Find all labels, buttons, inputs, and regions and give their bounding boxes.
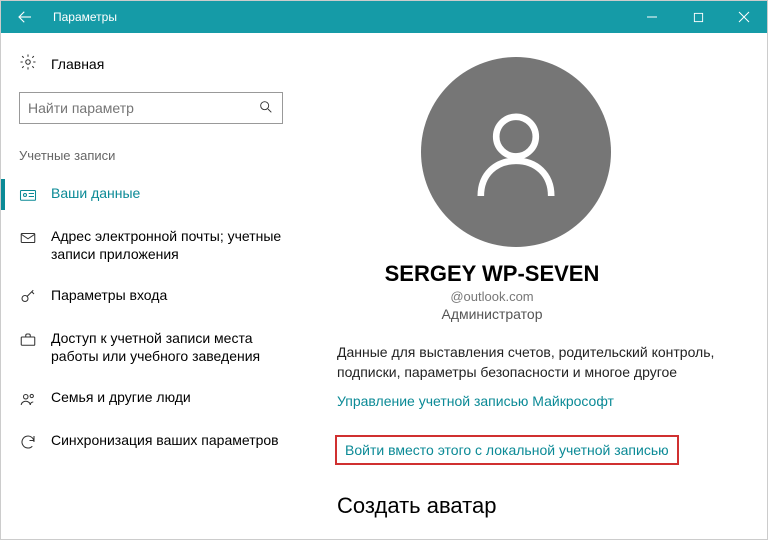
briefcase-icon bbox=[19, 331, 37, 349]
search-icon bbox=[258, 99, 274, 118]
search-input[interactable] bbox=[19, 92, 283, 124]
avatar bbox=[421, 57, 611, 247]
window-title: Параметры bbox=[49, 10, 629, 24]
sidebar-item-work-access[interactable]: Доступ к учетной записи места работы или… bbox=[1, 318, 301, 377]
sync-icon bbox=[19, 433, 37, 451]
titlebar: Параметры bbox=[1, 1, 767, 33]
sidebar-item-signin-options[interactable]: Параметры входа bbox=[1, 275, 301, 318]
content-area: SERGEY WP-SEVEN @outlook.com Администрат… bbox=[301, 33, 767, 539]
close-button[interactable] bbox=[721, 1, 767, 33]
sidebar-item-label: Доступ к учетной записи места работы или… bbox=[51, 330, 283, 365]
gear-icon bbox=[19, 53, 37, 74]
account-description: Данные для выставления счетов, родительс… bbox=[337, 342, 743, 383]
back-button[interactable] bbox=[1, 1, 49, 33]
create-avatar-heading: Создать аватар bbox=[337, 493, 743, 519]
sidebar-home-label: Главная bbox=[51, 56, 104, 72]
sidebar-item-sync[interactable]: Синхронизация ваших параметров bbox=[1, 420, 301, 463]
sidebar-item-label: Ваши данные bbox=[51, 185, 140, 203]
key-icon bbox=[19, 288, 37, 306]
sidebar: Главная Учетные записи Ваши данные Адрес… bbox=[1, 33, 301, 539]
id-card-icon bbox=[19, 186, 37, 204]
sidebar-nav: Ваши данные Адрес электронной почты; уче… bbox=[1, 173, 301, 463]
sidebar-item-label: Семья и другие люди bbox=[51, 389, 191, 407]
sidebar-item-email-accounts[interactable]: Адрес электронной почты; учетные записи … bbox=[1, 216, 301, 275]
sidebar-item-label: Синхронизация ваших параметров bbox=[51, 432, 279, 450]
switch-to-local-link[interactable]: Войти вместо этого с локальной учетной з… bbox=[337, 437, 677, 463]
search-field[interactable] bbox=[28, 100, 258, 116]
manage-account-link[interactable]: Управление учетной записью Майкрософт bbox=[337, 393, 614, 409]
sidebar-item-label: Адрес электронной почты; учетные записи … bbox=[51, 228, 283, 263]
sidebar-home[interactable]: Главная bbox=[1, 33, 301, 88]
sidebar-item-label: Параметры входа bbox=[51, 287, 167, 305]
user-name: SERGEY WP-SEVEN bbox=[385, 261, 600, 287]
minimize-button[interactable] bbox=[629, 1, 675, 33]
window-controls bbox=[629, 1, 767, 33]
user-role: Администратор bbox=[441, 306, 542, 322]
sidebar-section-header: Учетные записи bbox=[1, 124, 301, 173]
user-email: @outlook.com bbox=[337, 289, 647, 304]
people-icon bbox=[19, 390, 37, 408]
sidebar-item-family[interactable]: Семья и другие люди bbox=[1, 377, 301, 420]
sidebar-item-your-info[interactable]: Ваши данные bbox=[1, 173, 301, 216]
maximize-button[interactable] bbox=[675, 1, 721, 33]
mail-icon bbox=[19, 229, 37, 247]
